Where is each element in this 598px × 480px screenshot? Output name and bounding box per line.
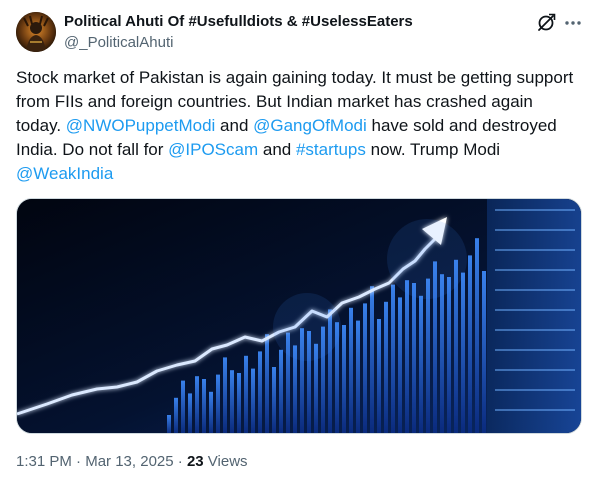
decorative-bar [461, 272, 465, 433]
decorative-bar [195, 376, 199, 433]
author-avatar[interactable] [16, 12, 56, 52]
decorative-bar [377, 319, 381, 433]
tweet-time[interactable]: 1:31 PM [16, 453, 72, 470]
tweet-card: Political Ahuti Of #Usefulldiots & #Usel… [0, 0, 598, 480]
tweet-media-image[interactable] [16, 198, 582, 434]
avatar-figure-icon [16, 12, 56, 52]
decorative-bar [391, 284, 395, 433]
decorative-bar [342, 325, 346, 433]
grok-icon [538, 13, 556, 31]
decorative-bar [468, 255, 472, 433]
decorative-bar [265, 334, 269, 433]
decorative-bar [181, 380, 185, 433]
meta-separator: · [71, 453, 86, 470]
decorative-bar [216, 374, 220, 433]
views-label: Views [203, 453, 248, 470]
stock-chart-illustration [17, 199, 581, 433]
mention-link[interactable]: @NWOPuppetModi [66, 116, 216, 135]
author-handle[interactable]: @_PoliticalAhuti [64, 34, 173, 51]
decorative-bar [202, 379, 206, 433]
decorative-bar [440, 274, 444, 433]
decorative-bar [419, 295, 423, 433]
decorative-bar [412, 283, 416, 433]
text-segment: and [215, 116, 254, 135]
decorative-bar [356, 320, 360, 433]
meta-separator: · [173, 453, 187, 470]
decorative-bar [209, 391, 213, 433]
more-dots-icon [565, 21, 581, 25]
text-segment: and [258, 140, 296, 159]
decorative-bar [230, 370, 234, 433]
decorative-bar [349, 307, 353, 433]
decorative-bar [174, 397, 178, 433]
mention-link[interactable]: @WeakIndia [16, 164, 113, 183]
decorative-bar [258, 351, 262, 433]
tweet-meta: 1:31 PM · Mar 13, 2025 · 23 Views [16, 453, 248, 470]
decorative-bar [167, 415, 171, 433]
decorative-bar [475, 238, 479, 433]
decorative-bar [447, 277, 451, 433]
views-count[interactable]: 23 [187, 453, 204, 470]
decorative-bar [223, 357, 227, 433]
mention-link[interactable]: @IPOScam [168, 140, 258, 159]
decorative-bar [237, 373, 241, 433]
more-options-button[interactable] [563, 12, 583, 34]
tweet-date[interactable]: Mar 13, 2025 [85, 453, 173, 470]
mention-link[interactable]: @GangOfModi [253, 116, 367, 135]
decorative-bar [405, 280, 409, 433]
decorative-bar [384, 301, 388, 433]
decorative-bar [370, 286, 374, 433]
text-segment: now. Trump Modi [365, 140, 501, 159]
decorative-bar [398, 297, 402, 433]
hashtag-link[interactable]: #startups [296, 140, 366, 159]
author-display-name[interactable]: Political Ahuti Of #Usefulldiots & #Usel… [64, 13, 413, 30]
decorative-bar [279, 349, 283, 433]
decorative-bar [272, 367, 276, 433]
decorative-bar [188, 393, 192, 433]
decorative-bar [244, 355, 248, 433]
decorative-bar [363, 303, 367, 433]
decorative-bar [482, 271, 486, 433]
tweet-text: Stock market of Pakistan is again gainin… [16, 66, 582, 186]
decorative-bar [426, 278, 430, 433]
decorative-bar [251, 368, 255, 433]
grok-button[interactable] [535, 12, 557, 34]
